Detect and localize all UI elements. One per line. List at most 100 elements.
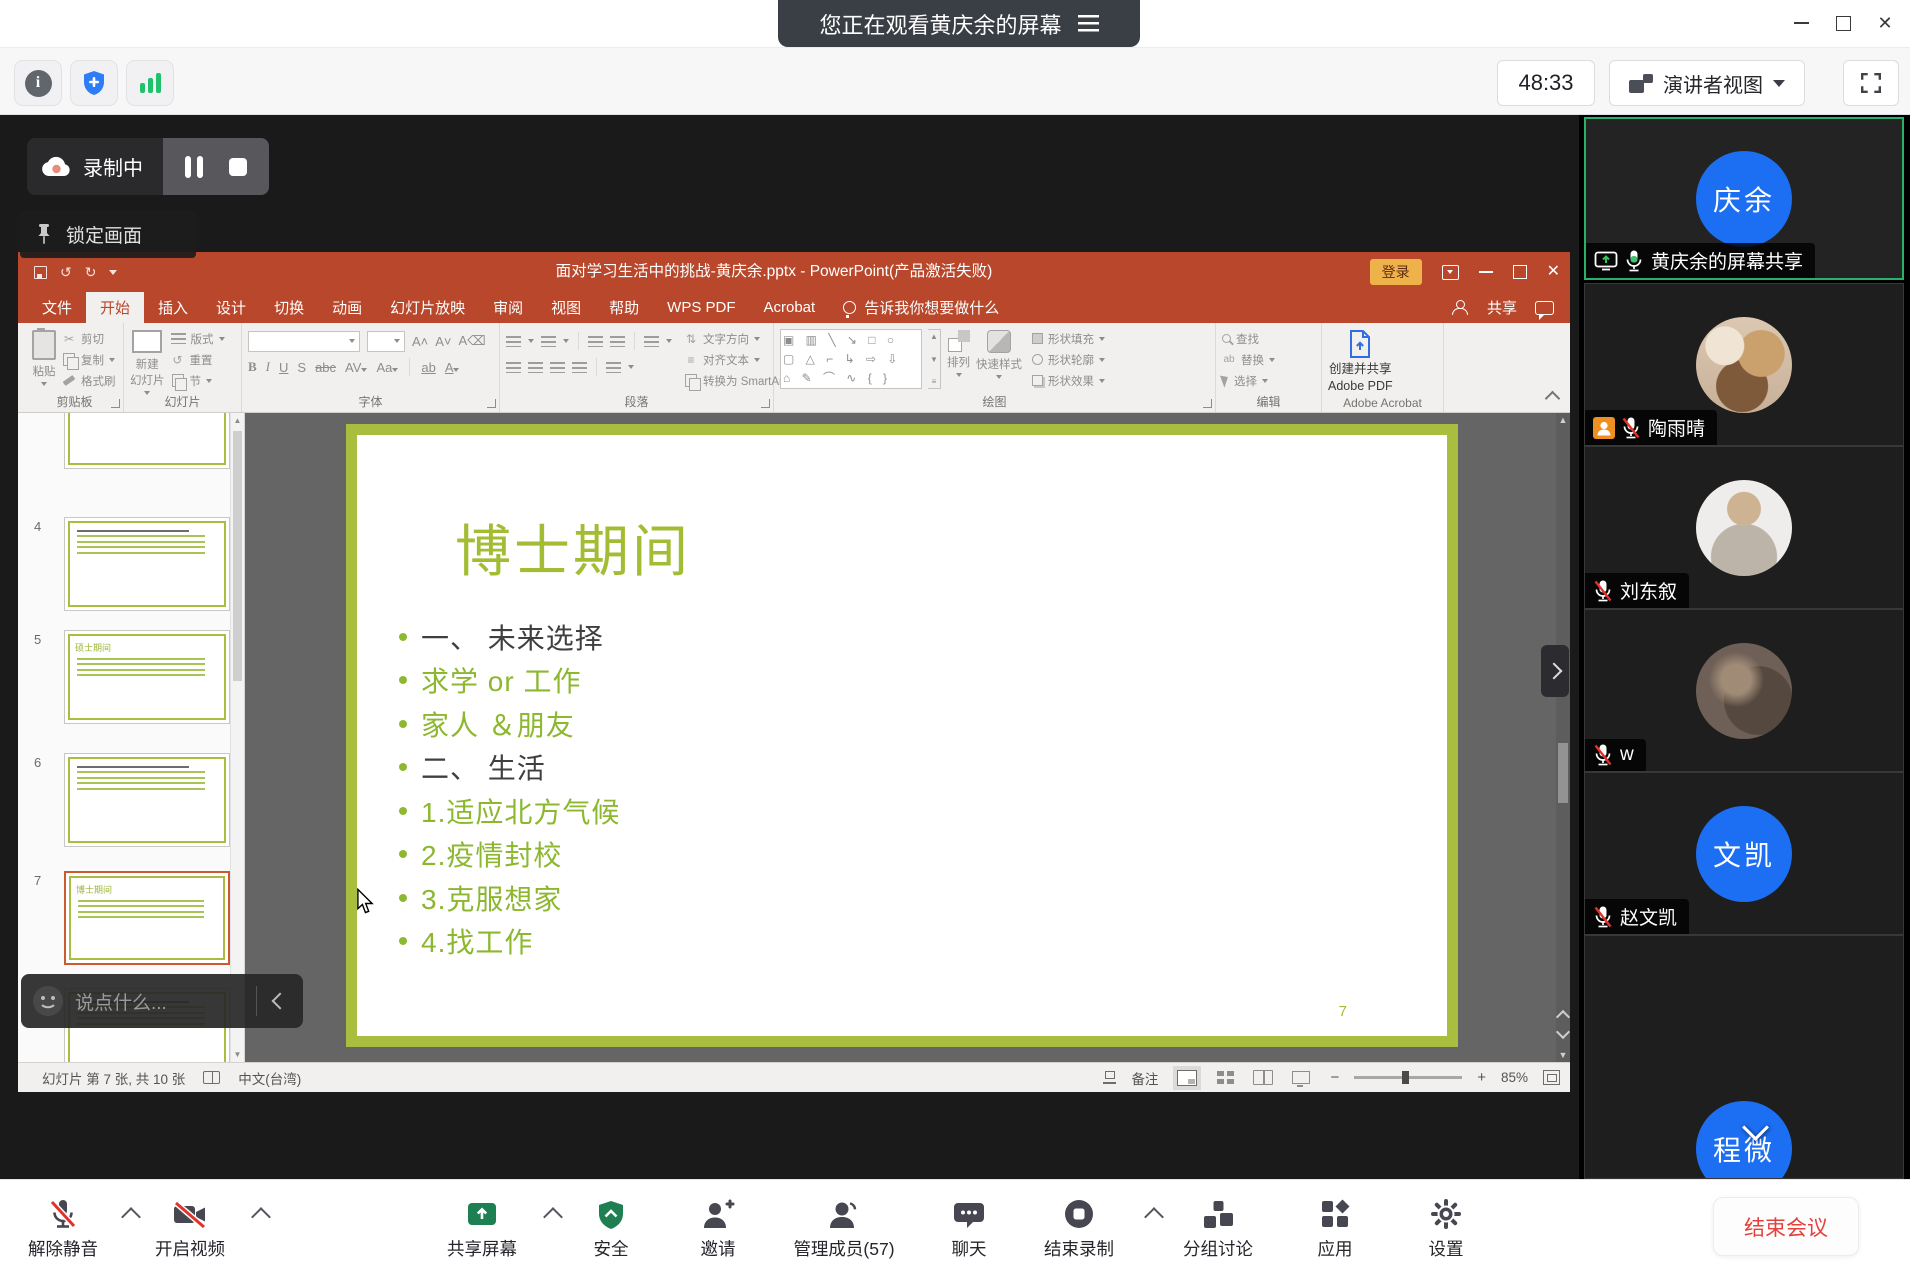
- minimize-button[interactable]: [1780, 5, 1822, 41]
- clear-format-button[interactable]: A⌫: [459, 333, 486, 349]
- scroll-up-icon[interactable]: ▲: [1556, 415, 1570, 425]
- notes-label[interactable]: 备注: [1131, 1068, 1158, 1088]
- format-painter-button[interactable]: 格式刷: [62, 371, 116, 390]
- meeting-info-button[interactable]: i: [14, 60, 62, 106]
- align-center-icon[interactable]: [528, 362, 543, 373]
- font-size-select[interactable]: [367, 331, 405, 352]
- maximize-button[interactable]: [1822, 5, 1864, 41]
- participant-tile[interactable]: w: [1584, 609, 1904, 772]
- increase-indent-icon[interactable]: [610, 336, 625, 347]
- decrease-indent-icon[interactable]: [588, 336, 603, 347]
- slide-thumbnail[interactable]: 博士期间: [64, 871, 230, 965]
- close-button[interactable]: ✕: [1864, 5, 1906, 41]
- spellcheck-icon[interactable]: [203, 1071, 220, 1084]
- columns-icon[interactable]: [606, 362, 621, 373]
- chat-collapse-button[interactable]: [257, 995, 303, 1007]
- scroll-down-icon[interactable]: ▼: [231, 1050, 244, 1059]
- redo-icon[interactable]: ↻: [85, 264, 97, 281]
- ppt-maximize-icon[interactable]: [1513, 265, 1527, 279]
- fullscreen-button[interactable]: [1843, 60, 1899, 106]
- participant-tile[interactable]: 文凯赵文凯: [1584, 772, 1904, 935]
- create-share-pdf-button[interactable]: 创建并共享Adobe PDF: [1328, 329, 1393, 395]
- cut-button[interactable]: ✂剪切: [62, 329, 116, 348]
- slide-thumbnail-partial[interactable]: [64, 413, 230, 469]
- scroll-up-icon[interactable]: ▲: [231, 416, 244, 425]
- scroll-down-icon[interactable]: ▼: [1556, 1050, 1570, 1060]
- ppt-tab[interactable]: 审阅: [479, 292, 537, 323]
- font-name-select[interactable]: [248, 331, 360, 352]
- stop-recording-square-button[interactable]: [229, 158, 247, 176]
- decrease-font-button[interactable]: A˅: [435, 334, 451, 349]
- smiley-icon[interactable]: [31, 984, 65, 1018]
- section-button[interactable]: 节: [171, 371, 225, 390]
- bullets-icon[interactable]: [506, 336, 521, 347]
- ppt-close-icon[interactable]: ✕: [1547, 264, 1560, 280]
- shape-effects-button[interactable]: 形状效果: [1032, 371, 1105, 390]
- comments-icon[interactable]: [1535, 301, 1554, 315]
- line-spacing-icon[interactable]: [644, 336, 659, 347]
- ppt-tab[interactable]: 设计: [202, 292, 260, 323]
- highlight-color-button[interactable]: ab: [421, 360, 435, 375]
- end-meeting-button[interactable]: 结束会议: [1713, 1197, 1859, 1256]
- slide-scrollbar[interactable]: ▲ ▼: [1556, 413, 1570, 1062]
- ppt-share-label[interactable]: 共享: [1487, 297, 1517, 318]
- strikethrough-button[interactable]: abc: [315, 360, 336, 375]
- increase-font-button[interactable]: A˄: [412, 334, 428, 349]
- slide-thumbnail[interactable]: 硕士期间: [64, 630, 230, 724]
- participant-tile[interactable]: 刘东叙: [1584, 446, 1904, 609]
- layout-button[interactable]: 版式: [171, 329, 225, 348]
- chat-quick-input[interactable]: 说点什么...: [21, 974, 303, 1028]
- chat-placeholder[interactable]: 说点什么...: [75, 988, 256, 1015]
- zoom-out-icon[interactable]: −: [1330, 1069, 1339, 1086]
- fit-to-window-icon[interactable]: [1543, 1070, 1560, 1085]
- scrollbar-thumb[interactable]: [1558, 743, 1568, 803]
- ppt-tab[interactable]: 文件: [28, 292, 86, 323]
- shape-outline-button[interactable]: 形状轮廓: [1032, 350, 1105, 369]
- zoom-in-icon[interactable]: +: [1477, 1069, 1486, 1086]
- scrollbar-thumb[interactable]: [233, 431, 242, 681]
- justify-icon[interactable]: [572, 362, 587, 373]
- toolbar-camera-off[interactable]: 开启视频: [115, 1191, 265, 1261]
- reading-view-button[interactable]: [1249, 1066, 1277, 1090]
- copy-button[interactable]: 复制: [62, 350, 116, 369]
- drawing-dialog-launcher[interactable]: [1203, 399, 1212, 408]
- font-dialog-launcher[interactable]: [487, 399, 496, 408]
- tell-me-box[interactable]: 告诉我你想要做什么: [829, 292, 1013, 323]
- ppt-tab[interactable]: WPS PDF: [653, 292, 749, 323]
- video-panel-handle[interactable]: [1541, 645, 1569, 697]
- ppt-tab[interactable]: 开始: [86, 292, 144, 323]
- find-button[interactable]: 查找: [1222, 329, 1275, 348]
- normal-view-button[interactable]: [1173, 1066, 1201, 1090]
- paste-button[interactable]: 粘贴: [32, 329, 56, 386]
- replace-button[interactable]: ab替换: [1222, 350, 1275, 369]
- ppt-tab[interactable]: 切换: [260, 292, 318, 323]
- slide-sorter-view-button[interactable]: [1211, 1066, 1239, 1090]
- ppt-tab[interactable]: 视图: [537, 292, 595, 323]
- share-person-icon[interactable]: [1452, 300, 1469, 315]
- ribbon-display-options-icon[interactable]: [1442, 265, 1459, 280]
- toolbar-share-screen[interactable]: 共享屏幕: [407, 1191, 557, 1261]
- ppt-login-button[interactable]: 登录: [1370, 259, 1422, 285]
- zoom-slider-thumb[interactable]: [1402, 1071, 1409, 1084]
- lock-view-button[interactable]: 锁定画面: [20, 210, 196, 258]
- participant-tile[interactable]: 庆余黄庆余的屏幕共享: [1584, 117, 1904, 280]
- ppt-tab[interactable]: 插入: [144, 292, 202, 323]
- participant-tile[interactable]: 陶雨晴: [1584, 283, 1904, 446]
- zoom-level[interactable]: 85%: [1501, 1070, 1528, 1085]
- underline-button[interactable]: U: [279, 360, 288, 375]
- slide-thumbnail[interactable]: [64, 753, 230, 847]
- ppt-tab[interactable]: Acrobat: [750, 292, 830, 323]
- zoom-slider[interactable]: [1354, 1076, 1462, 1079]
- arrange-button[interactable]: 排列: [947, 329, 970, 377]
- pause-recording-button[interactable]: [185, 156, 203, 178]
- select-button[interactable]: 选择: [1222, 371, 1275, 390]
- network-stats-button[interactable]: [126, 60, 174, 106]
- ppt-tab[interactable]: 幻灯片放映: [376, 292, 479, 323]
- save-icon[interactable]: [34, 266, 47, 279]
- paragraph-dialog-launcher[interactable]: [761, 399, 770, 408]
- reset-button[interactable]: ↺重置: [171, 350, 225, 369]
- new-slide-button[interactable]: 新建幻灯片: [130, 329, 165, 395]
- notes-icon[interactable]: [1103, 1071, 1116, 1084]
- language-label[interactable]: 中文(台湾): [238, 1068, 301, 1088]
- char-spacing-button[interactable]: AV: [345, 360, 367, 375]
